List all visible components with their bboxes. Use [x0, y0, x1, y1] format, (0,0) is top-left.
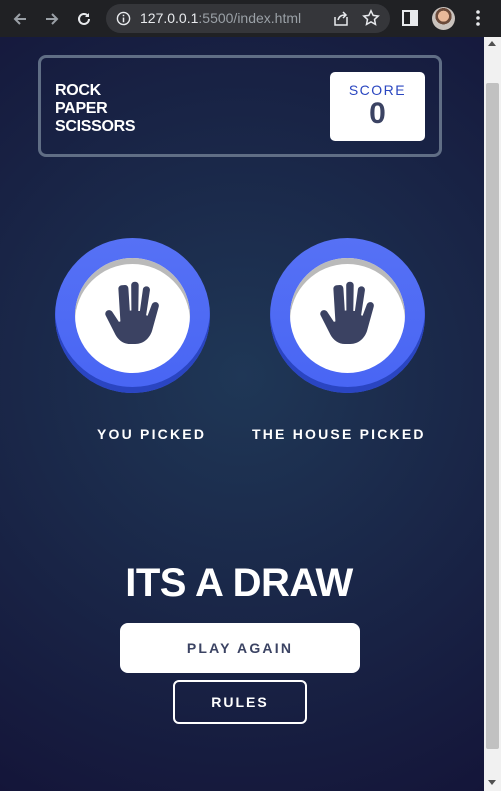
scroll-thumb[interactable]: [486, 83, 499, 749]
back-arrow-icon[interactable]: [8, 7, 32, 31]
scroll-down-arrow-icon[interactable]: [488, 780, 496, 785]
star-icon[interactable]: [362, 9, 380, 27]
forward-arrow-icon[interactable]: [40, 7, 64, 31]
player-pick-inner: [75, 258, 190, 373]
play-again-button[interactable]: PLAY AGAIN: [120, 623, 360, 673]
logo-line-2: PAPER: [55, 100, 108, 117]
house-pick-inner: [290, 258, 405, 373]
url-text[interactable]: 127.0.0.1:5500/index.html: [140, 4, 301, 33]
player-pick-token: [55, 238, 210, 393]
page-viewport: ROCK PAPER SCISSORS SCORE 0 YOU PICKED T…: [0, 37, 484, 791]
house-pick-token: [270, 238, 425, 393]
logo-line-3: SCISSORS: [55, 118, 136, 135]
score-value: 0: [369, 97, 386, 130]
paper-hand-icon: [104, 281, 159, 344]
you-picked-label: YOU PICKED: [97, 426, 207, 442]
house-picked-label: THE HOUSE PICKED: [252, 426, 426, 442]
info-icon[interactable]: [116, 11, 131, 26]
side-panel-icon[interactable]: [402, 10, 418, 26]
logo-line-1: ROCK: [55, 82, 101, 99]
scroll-up-arrow-icon[interactable]: [488, 41, 496, 46]
address-bar[interactable]: 127.0.0.1:5500/index.html: [106, 4, 390, 33]
vertical-scrollbar[interactable]: [484, 37, 501, 791]
result-text: ITS A DRAW: [125, 561, 353, 605]
score-box: SCORE 0: [330, 72, 425, 141]
browser-toolbar: 127.0.0.1:5500/index.html: [0, 0, 501, 37]
more-menu-icon[interactable]: [470, 9, 486, 27]
profile-avatar[interactable]: [432, 7, 455, 30]
score-label: SCORE: [348, 82, 407, 98]
share-icon[interactable]: [332, 10, 350, 28]
reload-icon[interactable]: [72, 7, 96, 31]
game-logo: ROCK PAPER SCISSORS: [55, 82, 136, 136]
paper-hand-icon: [319, 281, 374, 344]
rules-button[interactable]: RULES: [173, 680, 307, 724]
url-host: 127.0.0.1: [140, 10, 199, 26]
game-header: ROCK PAPER SCISSORS SCORE 0: [38, 55, 442, 157]
url-path: :5500/index.html: [198, 10, 302, 26]
